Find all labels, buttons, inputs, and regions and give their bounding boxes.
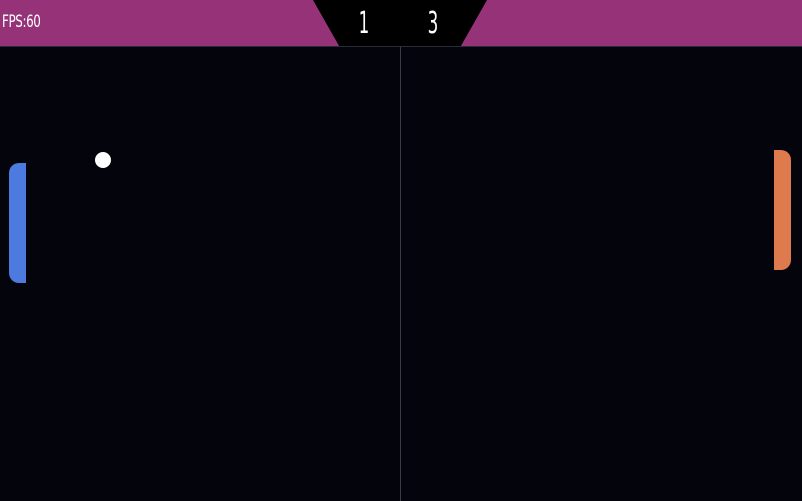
right-paddle [774,150,791,270]
scoreboard [313,0,487,46]
left-player-score: 1 [358,6,370,41]
center-net-line [400,47,401,501]
ball [95,152,111,168]
left-paddle [9,163,26,283]
playing-field [0,47,802,501]
right-player-score: 3 [427,6,439,41]
game-canvas[interactable]: FPS:60 1 3 [0,0,802,501]
fps-counter: FPS:60 [2,12,41,32]
